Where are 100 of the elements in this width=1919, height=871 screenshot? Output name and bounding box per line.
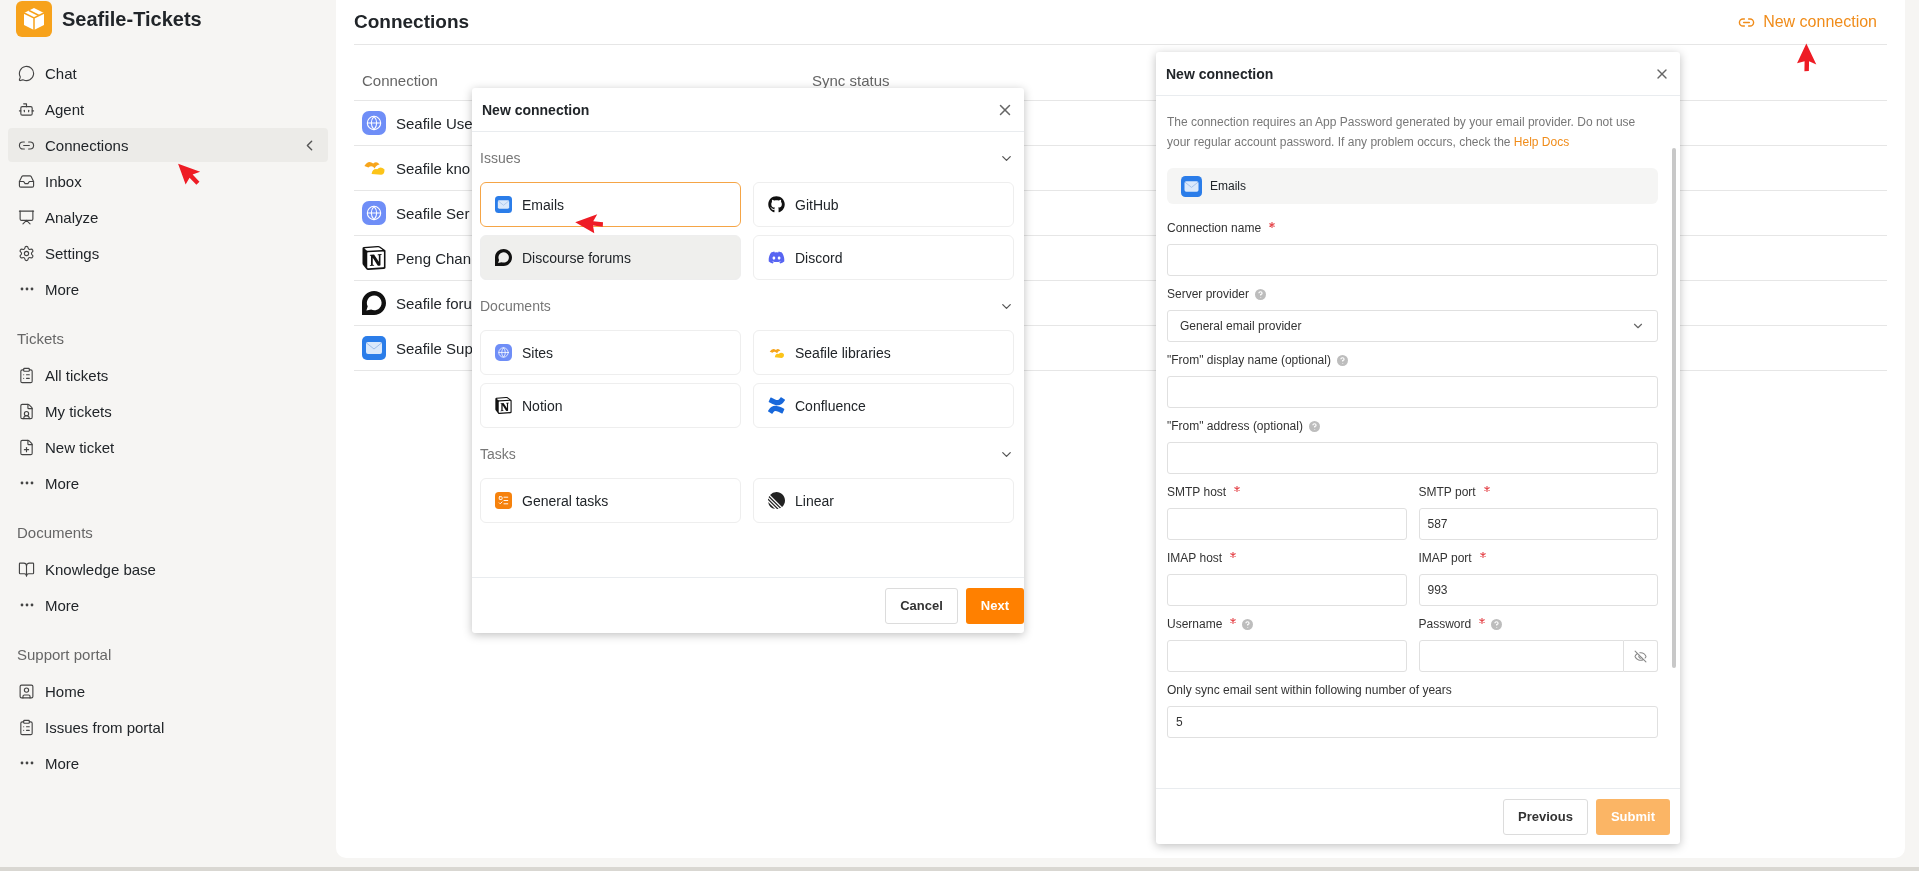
github-icon [768,196,785,213]
password-field[interactable] [1418,640,1624,672]
sidebar-item[interactable]: All tickets [8,358,328,392]
section-title: Issues [480,150,521,166]
section-title: Documents [16,523,94,543]
sidebar-item[interactable]: Knowledge base [8,552,328,586]
input-field[interactable]: 5 [1167,706,1658,738]
field-label: Server provider [1167,287,1250,301]
input-field[interactable] [1167,376,1658,408]
sidebar-item[interactable]: Issues from portal [8,710,328,744]
help-icon [1255,288,1267,300]
help-icon [1491,618,1503,630]
section-title: Tasks [480,446,516,462]
input-field[interactable] [1167,442,1658,474]
field-label: IMAP port [1418,551,1472,565]
hide-password-icon[interactable] [1624,640,1658,672]
section-title: Documents [480,298,551,314]
sidebar-item[interactable]: Inbox [8,164,328,198]
inbox-icon [18,172,35,190]
confluence-icon [768,397,785,414]
input-field[interactable]: 993 [1418,574,1658,606]
sidebar-item[interactable]: More [8,588,328,622]
field-label: Password [1418,617,1472,631]
field-label: SMTP port [1418,485,1476,499]
connection-type-card[interactable]: Confluence [753,383,1014,428]
book-icon [18,560,35,578]
logo-icon [16,1,52,37]
cancel-button[interactable]: Cancel [885,587,958,624]
column-header: Sync status [811,72,891,89]
connection-name: Seafile Ser [396,204,470,222]
sidebar-item[interactable]: More [8,272,328,306]
dialog-title: New connection [482,101,590,118]
sidebar-item[interactable]: My tickets [8,394,328,428]
speech-bubble-icon [495,249,512,266]
connection-type-card[interactable]: GitHub [753,182,1014,227]
linear-icon [768,492,785,509]
connection-name: Seafile Use [396,114,473,132]
more-icon [20,761,34,765]
discord-icon [768,249,785,266]
more-icon [20,603,34,607]
sidebar-item[interactable]: Agent [8,92,328,126]
dialog-title: New connection [1166,65,1274,82]
required-icon [1234,486,1241,492]
field-label: Connection name [1167,221,1262,235]
connection-type-card[interactable]: Discord [753,235,1014,280]
input-field[interactable] [1167,574,1407,606]
required-icon [1230,552,1237,558]
notice-text: The connection requires an App Password generated by your email provider. Do not use your regular account password. If any problem occurs, check the Help Docs [1167,114,1637,151]
required-icon [1230,618,1237,624]
field-label: Username [1167,617,1223,631]
sidebar-item[interactable]: More [8,746,328,780]
robot-icon [18,100,35,118]
mail-icon [1181,175,1202,197]
connection-type-card[interactable]: Emails [480,182,741,227]
connection-type-card[interactable]: Linear [753,478,1014,523]
connection-type-card[interactable]: Notion [480,383,741,428]
sidebar-item[interactable]: New ticket [8,430,328,464]
field-label: Only sync email sent within following number of years [1167,683,1452,697]
connection-name: Peng Chan [396,249,472,267]
more-icon [20,481,34,485]
speech-bubble-icon [362,291,386,315]
sidebar-item[interactable]: Connections [8,128,328,162]
input-field[interactable] [1167,640,1407,672]
previous-button[interactable]: Previous [1503,798,1588,835]
sidebar-item[interactable]: Settings [8,236,328,270]
settings-icon [18,244,35,262]
connection-name: Seafile Sup [396,339,473,357]
input-field[interactable] [1167,244,1658,276]
notion-icon [495,397,512,414]
connection-type-card[interactable]: General tasks [480,478,741,523]
clipboard-icon [18,366,35,384]
connection-type-card[interactable]: Sites [480,330,741,375]
field-label: "From" display name (optional) [1167,353,1331,367]
notion-icon [362,246,386,270]
task-list-icon [495,492,512,509]
chat-icon [18,64,35,82]
globe-icon [362,201,386,225]
sidebar-item[interactable]: Analyze [8,200,328,234]
chart-icon [18,208,35,226]
section-title: Tickets [16,329,65,349]
mail-icon [362,336,386,360]
required-icon [1483,486,1490,492]
input-field[interactable] [1167,508,1407,540]
help-icon [1242,618,1254,630]
app-name: Seafile-Tickets [62,7,202,31]
mail-icon [495,196,512,213]
connection-type-card[interactable]: Discourse forums [480,235,741,280]
provider-select[interactable]: General email provider [1167,310,1658,342]
connection-name: Seafile kno [396,159,471,177]
sidebar-item[interactable]: More [8,466,328,500]
sidebar-item[interactable]: Chat [8,56,328,90]
help-icon [1308,420,1320,432]
globe-icon [362,111,386,135]
help-icon [1336,354,1348,366]
user-file-icon [18,402,35,420]
required-icon [1269,222,1276,228]
input-field[interactable]: 587 [1418,508,1658,540]
clipboard-icon [18,718,35,736]
sidebar-item[interactable]: Home [8,674,328,708]
connection-type-card[interactable]: Seafile libraries [753,330,1014,375]
